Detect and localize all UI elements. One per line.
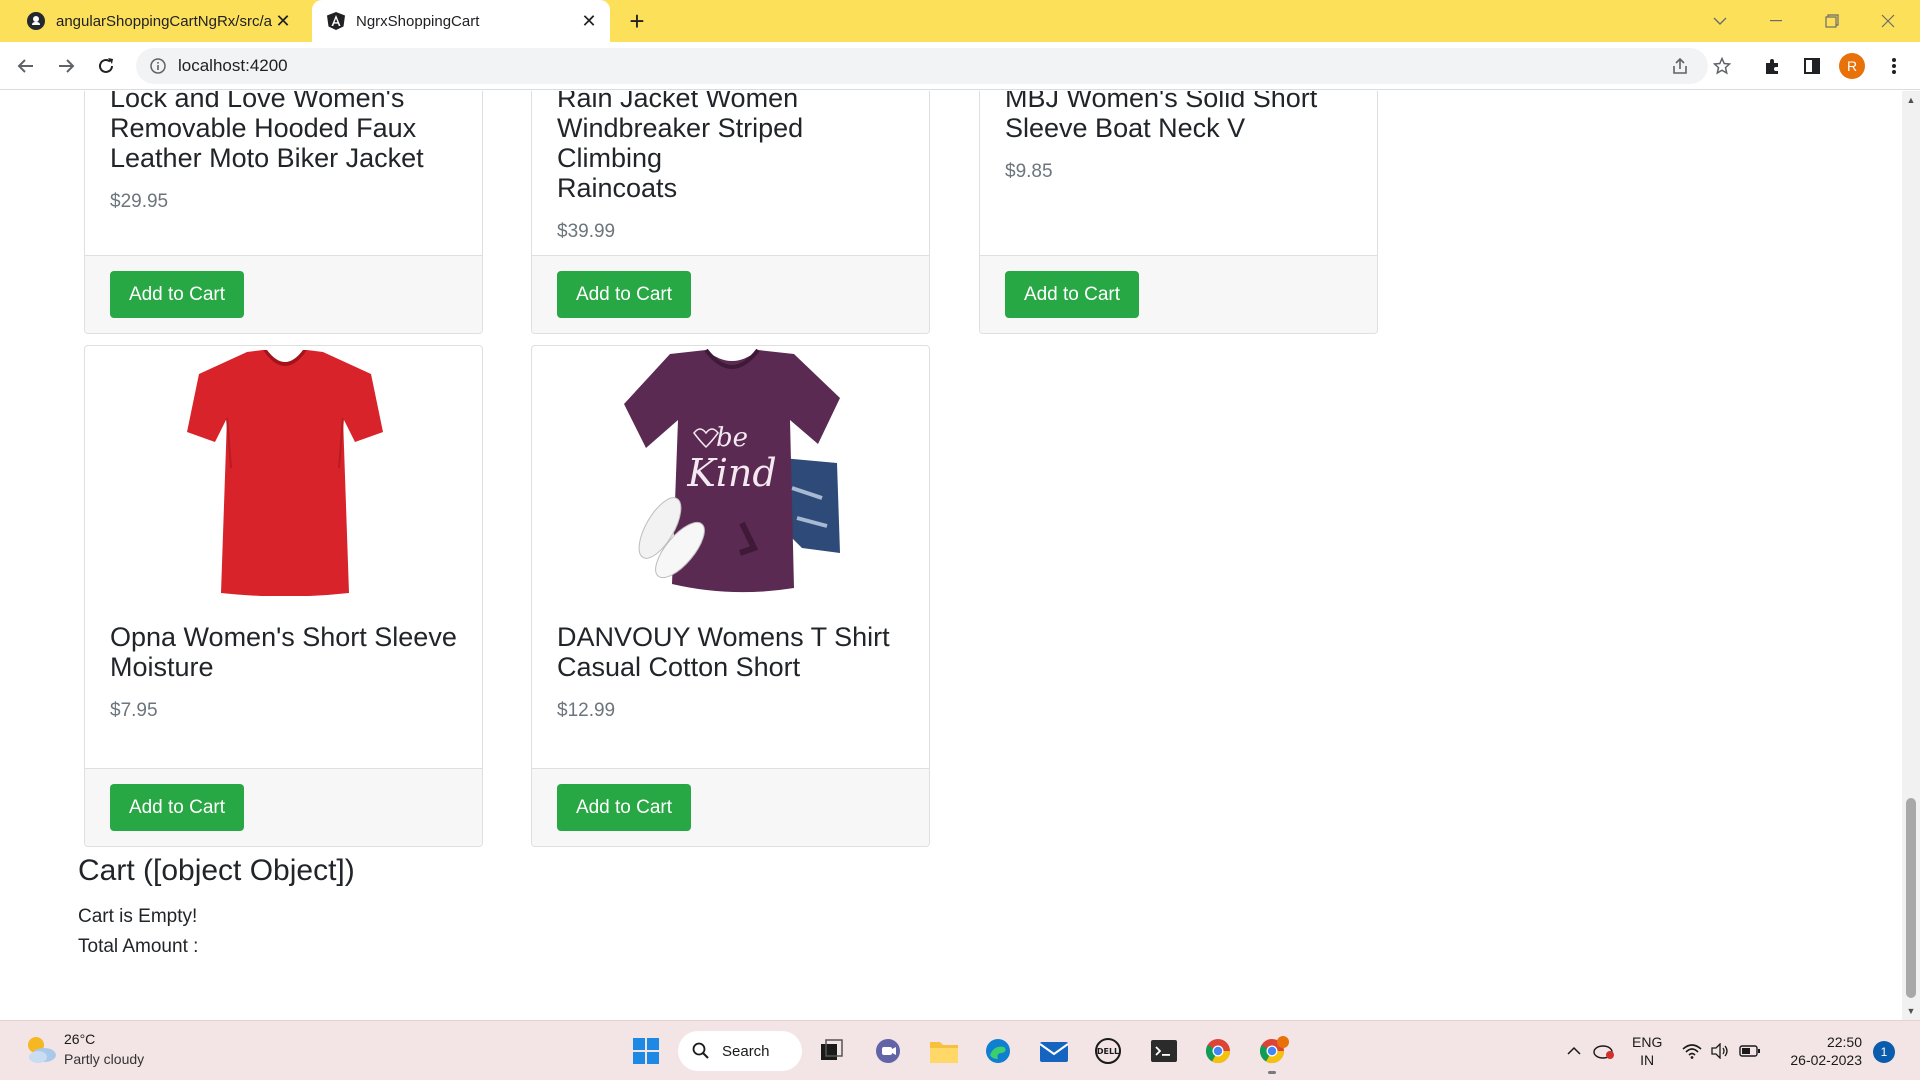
close-icon[interactable]: ✕ <box>578 10 600 32</box>
language-indicator[interactable]: ENG IN <box>1632 1033 1662 1069</box>
add-to-cart-button[interactable]: Add to Cart <box>557 784 691 831</box>
weather-temperature[interactable]: 26°C <box>64 1031 95 1047</box>
card-footer: Add to Cart <box>532 255 929 333</box>
forward-arrow-icon[interactable] <box>52 52 80 80</box>
product-image <box>85 348 482 596</box>
product-title: MBJ Women's Solid Short Sleeve Boat Neck… <box>1005 91 1318 143</box>
back-arrow-icon[interactable] <box>12 52 40 80</box>
windows-start-icon[interactable] <box>630 1035 662 1067</box>
tab-ngrx-shopping-cart[interactable]: NgrxShoppingCart ✕ <box>312 0 610 42</box>
purple-tshirt-image: be Kind <box>623 348 840 593</box>
product-title: DANVOUY Womens T Shirt Casual Cotton Sho… <box>557 622 890 682</box>
bookmark-star-icon[interactable] <box>1708 52 1736 80</box>
close-icon[interactable]: ✕ <box>272 10 294 32</box>
add-to-cart-button[interactable]: Add to Cart <box>110 784 244 831</box>
file-explorer-icon[interactable] <box>928 1035 960 1067</box>
product-title: Opna Women's Short Sleeve Moisture <box>110 622 457 682</box>
wifi-icon[interactable] <box>1680 1039 1704 1063</box>
svg-text:DELL: DELL <box>1097 1047 1119 1056</box>
taskbar-search[interactable]: Search <box>678 1031 802 1071</box>
teams-chat-icon[interactable] <box>872 1035 904 1067</box>
chrome-icon[interactable] <box>1202 1035 1234 1067</box>
url-text: localhost:4200 <box>178 56 288 75</box>
red-tshirt-image <box>186 350 383 596</box>
add-to-cart-button[interactable]: Add to Cart <box>110 271 244 318</box>
terminal-icon[interactable] <box>1148 1035 1180 1067</box>
product-price: $29.95 <box>110 191 169 212</box>
notification-badge[interactable]: 1 <box>1873 1041 1895 1063</box>
chrome-profile-icon[interactable] <box>1258 1035 1290 1067</box>
task-view-icon[interactable] <box>816 1035 848 1067</box>
chevron-up-icon[interactable] <box>1562 1039 1586 1063</box>
product-price: $12.99 <box>557 700 616 721</box>
battery-icon[interactable] <box>1738 1039 1762 1063</box>
page-viewport: Lock and Love Women's Removable Hooded F… <box>0 91 1902 1020</box>
weather-partly-cloudy-icon[interactable] <box>22 1031 58 1067</box>
kebab-menu-icon[interactable] <box>1880 52 1908 80</box>
onedrive-error-icon[interactable] <box>1592 1039 1616 1063</box>
card-footer: Add to Cart <box>85 255 482 333</box>
profile-avatar[interactable]: R <box>1839 53 1865 79</box>
product-card: MBJ Women's Solid Short Sleeve Boat Neck… <box>979 91 1378 334</box>
close-window-button[interactable] <box>1866 0 1910 42</box>
add-to-cart-button[interactable]: Add to Cart <box>1005 271 1139 318</box>
shirt-text-kind: Kind <box>686 451 776 495</box>
product-title: Lock and Love Women's Removable Hooded F… <box>110 91 424 173</box>
search-icon <box>692 1042 710 1064</box>
system-clock[interactable]: 22:50 26-02-2023 <box>1782 1033 1862 1069</box>
tab-search-chevron-icon[interactable] <box>1698 0 1742 42</box>
scroll-thumb[interactable] <box>1906 798 1916 998</box>
browser-tab-bar: angularShoppingCartNgRx/src/a ✕ NgrxShop… <box>0 0 1920 42</box>
add-to-cart-button[interactable]: Add to Cart <box>557 271 691 318</box>
github-icon <box>26 11 46 31</box>
address-bar[interactable]: localhost:4200 <box>136 48 1708 84</box>
product-price: $39.99 <box>557 221 616 242</box>
windows-taskbar: 26°C Partly cloudy Search DELL ENG IN 22… <box>0 1020 1920 1080</box>
product-card: be Kind DANVOUY Womens T Shirt Casual Co… <box>531 345 930 847</box>
volume-icon[interactable] <box>1708 1039 1732 1063</box>
scroll-down-arrow-icon[interactable]: ▼ <box>1902 1004 1920 1018</box>
share-icon[interactable] <box>1666 52 1694 80</box>
scroll-up-arrow-icon[interactable]: ▲ <box>1902 93 1920 107</box>
tab-title: NgrxShoppingCart <box>356 12 480 30</box>
side-panel-icon[interactable] <box>1798 52 1826 80</box>
product-card: Rain Jacket Women Windbreaker Striped Cl… <box>531 91 930 334</box>
product-title: Rain Jacket Women Windbreaker Striped Cl… <box>557 91 804 203</box>
product-image: be Kind <box>532 348 929 596</box>
reload-icon[interactable] <box>92 52 120 80</box>
extensions-puzzle-icon[interactable] <box>1758 52 1786 80</box>
minimize-button[interactable] <box>1754 0 1798 42</box>
weather-description[interactable]: Partly cloudy <box>64 1051 144 1067</box>
product-card: Lock and Love Women's Removable Hooded F… <box>84 91 483 334</box>
dell-icon[interactable]: DELL <box>1092 1035 1124 1067</box>
info-icon[interactable] <box>148 56 168 76</box>
mail-icon[interactable] <box>1038 1035 1070 1067</box>
page-scrollbar[interactable]: ▲ ▼ <box>1902 91 1920 1020</box>
cart-total-label: Total Amount : <box>78 936 199 957</box>
product-price: $7.95 <box>110 700 158 721</box>
active-app-indicator <box>1268 1071 1276 1074</box>
cart-heading: Cart ([object Object]) <box>78 854 355 887</box>
tab-title: angularShoppingCartNgRx/src/a <box>56 12 272 30</box>
shirt-text-be: be <box>715 423 747 453</box>
cart-empty-text: Cart is Empty! <box>78 906 198 927</box>
card-footer: Add to Cart <box>532 768 929 846</box>
restore-button[interactable] <box>1810 0 1854 42</box>
product-card: Opna Women's Short Sleeve Moisture $7.95… <box>84 345 483 847</box>
angular-icon <box>326 11 346 31</box>
tab-github[interactable]: angularShoppingCartNgRx/src/a ✕ <box>14 0 304 42</box>
product-price: $9.85 <box>1005 161 1053 182</box>
search-label: Search <box>722 1042 770 1060</box>
new-tab-button[interactable]: + <box>624 6 650 36</box>
edge-browser-icon[interactable] <box>982 1035 1014 1067</box>
card-footer: Add to Cart <box>85 768 482 846</box>
card-footer: Add to Cart <box>980 255 1377 333</box>
browser-toolbar: localhost:4200 R <box>0 42 1920 90</box>
